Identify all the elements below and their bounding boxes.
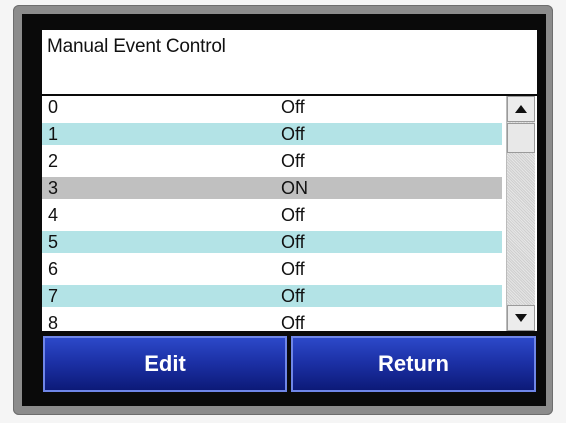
event-state: Off: [281, 205, 305, 225]
up-arrow-icon: [515, 105, 527, 113]
scrollbar-thumb[interactable]: [507, 123, 535, 153]
event-number: 3: [48, 178, 59, 198]
down-arrow-icon: [515, 314, 527, 322]
event-state: Off: [281, 286, 305, 306]
event-number: 7: [48, 286, 59, 306]
event-number: 4: [48, 205, 59, 225]
edit-button-label: Edit: [144, 351, 186, 376]
event-state: Off: [281, 151, 305, 171]
return-button[interactable]: Return: [291, 336, 536, 392]
page-title: Manual Event Control: [47, 36, 226, 57]
event-state: Off: [281, 232, 305, 252]
event-row[interactable]: 8 Off: [42, 312, 502, 331]
event-row[interactable]: 5 Off: [42, 231, 502, 253]
event-list: 0 Off 1 Off 2 Off 3 ON 4 Off 5 Off 6 Off…: [42, 96, 537, 331]
event-number: 2: [48, 151, 59, 171]
event-row[interactable]: 6 Off: [42, 258, 502, 280]
event-state: Off: [281, 259, 305, 279]
scroll-up-button[interactable]: [507, 96, 535, 122]
edit-button[interactable]: Edit: [43, 336, 287, 392]
event-number: 5: [48, 232, 59, 252]
event-state: Off: [281, 97, 305, 117]
event-state: Off: [281, 124, 305, 144]
event-number: 8: [48, 313, 59, 331]
title-panel: Manual Event Control: [42, 30, 537, 94]
event-row[interactable]: 0 Off: [42, 96, 502, 118]
event-row[interactable]: 2 Off: [42, 150, 502, 172]
event-number: 6: [48, 259, 59, 279]
event-row[interactable]: 1 Off: [42, 123, 502, 145]
scroll-down-button[interactable]: [507, 305, 535, 331]
event-number: 0: [48, 97, 59, 117]
event-row-selected[interactable]: 3 ON: [42, 177, 502, 199]
vertical-scrollbar[interactable]: [506, 96, 535, 331]
event-row[interactable]: 7 Off: [42, 285, 502, 307]
event-state: ON: [281, 178, 308, 198]
return-button-label: Return: [378, 351, 449, 376]
event-state: Off: [281, 313, 305, 331]
event-row[interactable]: 4 Off: [42, 204, 502, 226]
event-number: 1: [48, 124, 59, 144]
